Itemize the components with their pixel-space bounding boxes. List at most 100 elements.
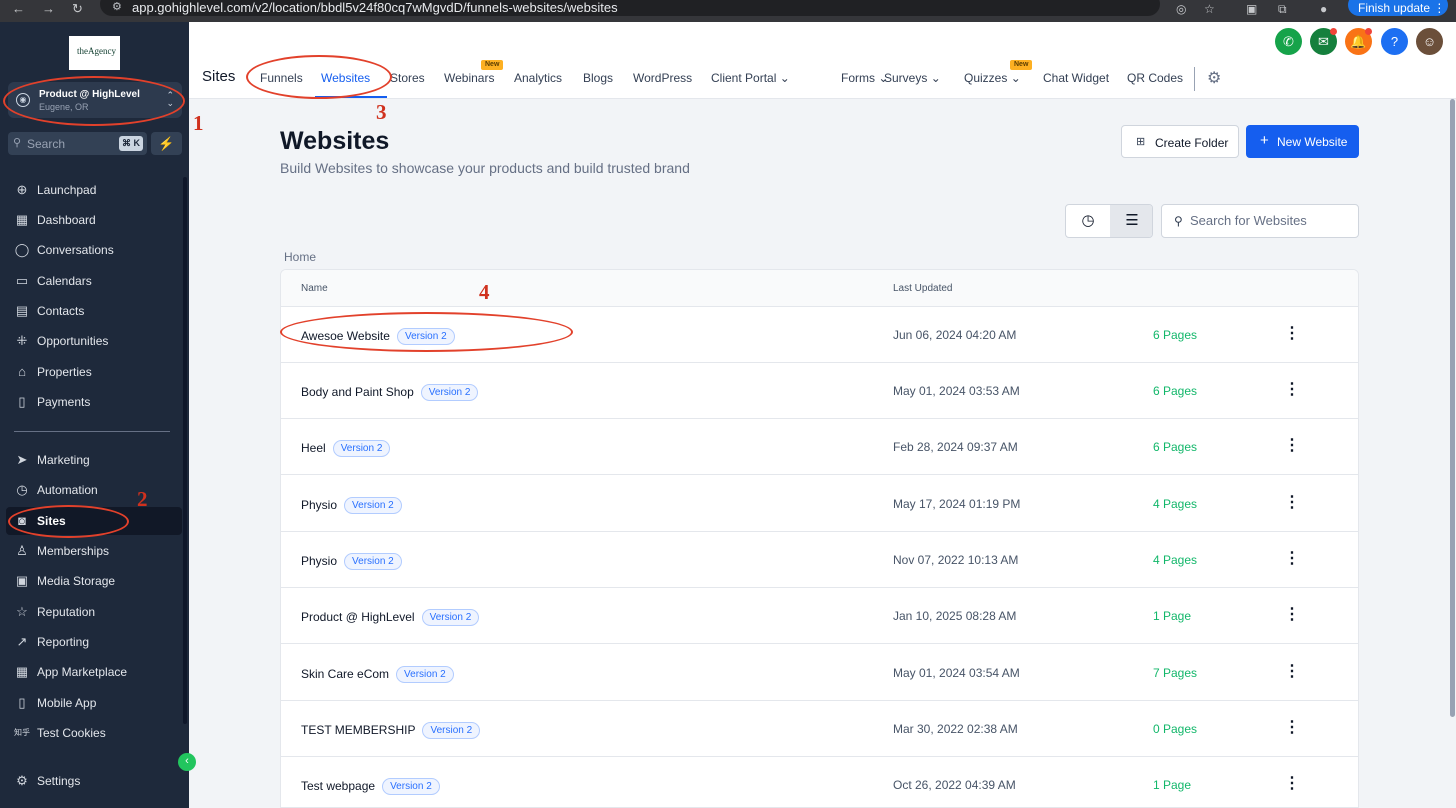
- back-arrow-icon[interactable]: ←: [12, 1, 25, 16]
- sidebar-item-automation[interactable]: ◷ Automation: [6, 476, 182, 504]
- bookmark-star-icon[interactable]: ☆: [1204, 2, 1215, 16]
- tab-wordpress[interactable]: WordPress: [633, 71, 692, 85]
- create-folder-button[interactable]: ⊞ Create Folder: [1121, 125, 1239, 158]
- table-row[interactable]: Skin Care eCom Version 2 May 01, 2024 03:…: [281, 645, 1358, 701]
- website-name[interactable]: Heel Version 2: [301, 440, 391, 457]
- table-row[interactable]: Physio Version 2 Nov 07, 2022 10:13 AM 4 …: [281, 532, 1358, 588]
- pages-count[interactable]: 6 Pages: [1153, 328, 1197, 342]
- pages-count[interactable]: 4 Pages: [1153, 553, 1197, 567]
- more-options-icon[interactable]: ⋮: [1283, 435, 1301, 457]
- tab-funnels[interactable]: Funnels: [260, 71, 303, 85]
- website-name[interactable]: Test webpage Version 2: [301, 778, 440, 795]
- sidebar-item-dashboard[interactable]: ▦ Dashboard: [6, 206, 182, 234]
- table-row[interactable]: Physio Version 2 May 17, 2024 01:19 PM 4 …: [281, 476, 1358, 532]
- table-row[interactable]: Test webpage Version 2 Oct 26, 2022 04:39…: [281, 757, 1358, 807]
- sidebar-item-settings[interactable]: ⚙ Settings: [6, 767, 182, 795]
- more-options-icon[interactable]: ⋮: [1283, 604, 1301, 626]
- sidebar-item-sites[interactable]: ◙ Sites: [6, 507, 182, 535]
- tab-surveys[interactable]: Surveys ⌄: [884, 71, 941, 85]
- breadcrumb[interactable]: Home: [284, 250, 316, 264]
- reload-icon[interactable]: ↻: [72, 1, 83, 17]
- user-avatar[interactable]: ☺: [1416, 28, 1443, 55]
- website-name[interactable]: Product @ HighLevel Version 2: [301, 609, 480, 626]
- sidebar-item-media-storage[interactable]: ▣ Media Storage: [6, 567, 182, 595]
- website-name[interactable]: Awesoe Website Version 2: [301, 328, 455, 345]
- website-name[interactable]: TEST MEMBERSHIP Version 2: [301, 722, 481, 739]
- more-options-icon[interactable]: ⋮: [1283, 661, 1301, 683]
- tab-quizzes[interactable]: Quizzes ⌄: [964, 71, 1021, 85]
- website-name[interactable]: Body and Paint Shop Version 2: [301, 384, 479, 401]
- tab-websites[interactable]: Websites: [321, 71, 370, 85]
- sidebar-item-properties[interactable]: ⌂ Properties: [6, 358, 182, 386]
- account-switcher[interactable]: ◉ Product @ HighLevel Eugene, OR ⌃ ⌄: [8, 82, 182, 118]
- website-name[interactable]: Skin Care eCom Version 2: [301, 666, 454, 683]
- pages-count[interactable]: 6 Pages: [1153, 384, 1197, 398]
- pages-count[interactable]: 1 Page: [1153, 778, 1191, 792]
- more-options-icon[interactable]: ⋮: [1283, 717, 1301, 739]
- sidebar-item-test-cookies[interactable]: 知乎 Test Cookies: [6, 719, 182, 747]
- tab-client-portal[interactable]: Client Portal ⌄: [711, 71, 790, 85]
- sidebar-item-conversations[interactable]: ◯ Conversations: [6, 236, 182, 264]
- table-row[interactable]: Heel Version 2 Feb 28, 2024 09:37 AM 6 Pa…: [281, 419, 1358, 475]
- sidebar-search[interactable]: ⚲ Search ⌘ K: [8, 132, 147, 155]
- sidebar-item-mobile-app[interactable]: ▯ Mobile App: [6, 689, 182, 717]
- agency-logo[interactable]: theAgency: [69, 36, 120, 70]
- quick-actions-button[interactable]: ⚡: [151, 132, 182, 155]
- website-name[interactable]: Physio Version 2: [301, 497, 402, 514]
- tab-forms[interactable]: Forms ⌄: [841, 71, 888, 85]
- logo-text: theAgency: [77, 46, 116, 56]
- table-row[interactable]: Body and Paint Shop Version 2 May 01, 202…: [281, 363, 1358, 419]
- phone-button[interactable]: ✆: [1275, 28, 1302, 55]
- tab-qr-codes[interactable]: QR Codes: [1127, 71, 1183, 85]
- tab-blogs[interactable]: Blogs: [583, 71, 613, 85]
- tab-stores[interactable]: Stores: [390, 71, 425, 85]
- sidebar-item-marketing[interactable]: ➤ Marketing: [6, 446, 182, 474]
- pages-count[interactable]: 0 Pages: [1153, 722, 1197, 736]
- gear-icon[interactable]: ⚙: [1207, 68, 1221, 88]
- sidebar-item-reporting[interactable]: ↗ Reporting: [6, 628, 182, 656]
- collapse-sidebar-button[interactable]: ‹: [178, 753, 196, 771]
- sidebar-item-launchpad[interactable]: ⊕ Launchpad: [6, 176, 182, 204]
- more-options-icon[interactable]: ⋮: [1283, 492, 1301, 514]
- website-name[interactable]: Physio Version 2: [301, 553, 402, 570]
- sidebar-item-app-marketplace[interactable]: ▦ App Marketplace: [6, 658, 182, 686]
- clock-icon[interactable]: ◷: [1066, 205, 1110, 237]
- more-options-icon[interactable]: ⋮: [1283, 773, 1301, 795]
- table-row[interactable]: Product @ HighLevel Version 2 Jan 10, 202…: [281, 588, 1358, 644]
- more-options-icon[interactable]: ⋮: [1283, 379, 1301, 401]
- search-websites-input[interactable]: [1190, 213, 1350, 228]
- sidebar-item-calendars[interactable]: ▭ Calendars: [6, 267, 182, 295]
- table-row[interactable]: TEST MEMBERSHIP Version 2 Mar 30, 2022 02…: [281, 701, 1358, 757]
- website-name-text: Physio: [301, 554, 338, 568]
- tab-chat-widget[interactable]: Chat Widget: [1043, 71, 1109, 85]
- pages-count[interactable]: 7 Pages: [1153, 666, 1197, 680]
- pages-count[interactable]: 6 Pages: [1153, 440, 1197, 454]
- forward-arrow-icon[interactable]: →: [42, 1, 55, 16]
- sidebar-item-memberships[interactable]: ♙ Memberships: [6, 537, 182, 565]
- more-options-icon[interactable]: ⋮: [1283, 548, 1301, 570]
- extension-icon[interactable]: ▣: [1246, 2, 1257, 16]
- page-scrollbar[interactable]: [1450, 99, 1455, 717]
- help-button[interactable]: ?: [1381, 28, 1408, 55]
- pages-count[interactable]: 4 Pages: [1153, 497, 1197, 511]
- sidebar-scrollbar[interactable]: [183, 177, 187, 724]
- tab-analytics[interactable]: Analytics: [514, 71, 562, 85]
- create-folder-label: Create Folder: [1155, 136, 1229, 150]
- tab-webinars[interactable]: Webinars: [444, 71, 494, 85]
- table-row[interactable]: Awesoe Website Version 2 Jun 06, 2024 04:…: [281, 307, 1358, 363]
- incognito-icon[interactable]: ◎: [1176, 2, 1186, 16]
- sidebar-item-contacts[interactable]: ▤ Contacts: [6, 297, 182, 325]
- sidebar-item-reputation[interactable]: ☆ Reputation: [6, 598, 182, 626]
- new-website-button[interactable]: + New Website: [1246, 125, 1359, 158]
- pages-count[interactable]: 1 Page: [1153, 609, 1191, 623]
- site-info-icon[interactable]: ⚙: [112, 0, 122, 13]
- sidebar-item-payments[interactable]: ▯ Payments: [6, 388, 182, 416]
- version-badge: Version 2: [382, 778, 440, 795]
- more-options-icon[interactable]: ⋮: [1283, 323, 1301, 345]
- address-bar[interactable]: ⚙ app.gohighlevel.com/v2/location/bbdl5v…: [100, 0, 1160, 16]
- puzzle-icon[interactable]: ⧉: [1278, 2, 1287, 17]
- sidebar-item-opportunities[interactable]: ⁜ Opportunities: [6, 327, 182, 355]
- finish-update-button[interactable]: Finish update ⋮: [1348, 0, 1448, 16]
- list-view-icon[interactable]: ☰: [1110, 205, 1152, 237]
- profile-icon[interactable]: ●: [1320, 2, 1327, 16]
